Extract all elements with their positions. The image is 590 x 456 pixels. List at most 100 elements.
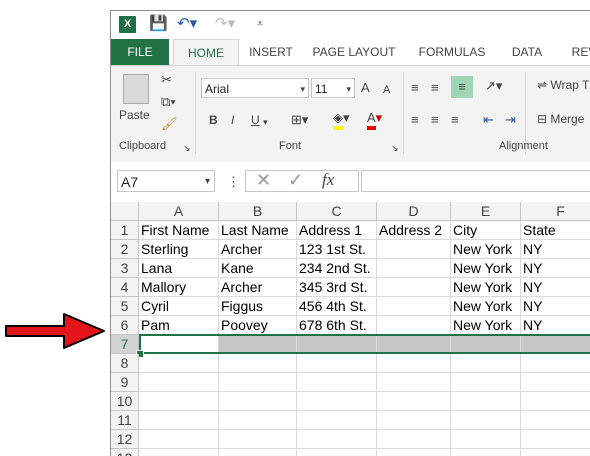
fill-color-icon[interactable]: ◈▾ [333,110,350,130]
cell-a11[interactable] [139,411,219,430]
save-icon[interactable]: 💾 [149,15,168,33]
decrease-indent-icon[interactable]: ⇤ [483,112,494,128]
shrink-font-icon[interactable]: A [383,82,390,98]
row-header-2[interactable]: 2 [111,240,139,259]
font-color-icon[interactable]: A▾ [367,110,382,130]
cell-c10[interactable] [297,392,377,411]
paste-button[interactable]: Paste [119,72,155,132]
bold-button[interactable]: B [209,112,218,128]
cell-f10[interactable] [521,392,590,411]
cell-a3[interactable]: Lana [139,259,219,278]
cell-f12[interactable] [521,430,590,449]
cell-f11[interactable] [521,411,590,430]
cell-b3[interactable]: Kane [219,259,297,278]
cell-f2[interactable]: NY [521,240,590,259]
cell-a9[interactable] [139,373,219,392]
column-header-b[interactable]: B [219,202,297,221]
clipboard-launcher-icon[interactable]: ↘ [183,140,191,156]
cell-d2[interactable] [377,240,451,259]
cell-e3[interactable]: New York [451,259,521,278]
cell-c5[interactable]: 456 4th St. [297,297,377,316]
cell-d10[interactable] [377,392,451,411]
cell-c6[interactable]: 678 6th St. [297,316,377,335]
cell-a5[interactable]: Cyril [139,297,219,316]
copy-icon[interactable]: ⧉▾ [161,94,176,110]
row-header-11[interactable]: 11 [111,411,139,430]
cell-a10[interactable] [139,392,219,411]
cell-f7[interactable] [521,335,590,354]
borders-icon[interactable]: ⊞▾ [291,112,308,128]
cell-e6[interactable]: New York [451,316,521,335]
cell-c2[interactable]: 123 1st St. [297,240,377,259]
cell-e12[interactable] [451,430,521,449]
cell-f8[interactable] [521,354,590,373]
wrap-text-button[interactable]: ⇌ Wrap T [537,78,589,92]
cell-f6[interactable]: NY [521,316,590,335]
column-header-e[interactable]: E [451,202,521,221]
cell-d3[interactable] [377,259,451,278]
row-header-5[interactable]: 5 [111,297,139,316]
tab-formulas[interactable]: FORMULAS [417,39,487,65]
row-header-12[interactable]: 12 [111,430,139,449]
cell-e2[interactable]: New York [451,240,521,259]
grow-font-icon[interactable]: A [361,80,370,96]
cell-b5[interactable]: Figgus [219,297,297,316]
cell-a12[interactable] [139,430,219,449]
tab-insert[interactable]: INSERT [245,39,297,65]
undo-icon[interactable]: ↶▾ [177,15,197,33]
cell-e10[interactable] [451,392,521,411]
cell-e11[interactable] [451,411,521,430]
row-header-8[interactable]: 8 [111,354,139,373]
insert-function-icon[interactable]: fx [322,171,334,188]
cell-b10[interactable] [219,392,297,411]
cell-d12[interactable] [377,430,451,449]
tab-home[interactable]: HOME [173,39,239,66]
cell-c4[interactable]: 345 3rd St. [297,278,377,297]
italic-button[interactable]: I [231,112,234,128]
row-header-6[interactable]: 6 [111,316,139,335]
cell-a8[interactable] [139,354,219,373]
column-header-a[interactable]: A [139,202,219,221]
cell-d4[interactable] [377,278,451,297]
align-left-icon[interactable]: ≡ [411,112,419,128]
merge-button[interactable]: ⊟ Merge [537,112,584,126]
cell-c8[interactable] [297,354,377,373]
cell-c1[interactable]: Address 1 [297,221,377,240]
cell-f5[interactable]: NY [521,297,590,316]
increase-indent-icon[interactable]: ⇥ [505,112,516,128]
cell-a7[interactable] [139,335,219,354]
row-header-7[interactable]: 7 [111,335,139,354]
tab-page-layout[interactable]: PAGE LAYOUT [311,39,397,65]
cell-f4[interactable]: NY [521,278,590,297]
formula-input[interactable] [361,170,590,192]
column-header-d[interactable]: D [377,202,451,221]
cell-b6[interactable]: Poovey [219,316,297,335]
name-box[interactable]: A7 ▾ [117,170,215,192]
font-name-select[interactable]: Arial ▾ [201,78,309,98]
cell-d9[interactable] [377,373,451,392]
row-header-4[interactable]: 4 [111,278,139,297]
cell-b4[interactable]: Archer [219,278,297,297]
cut-icon[interactable]: ✂ [161,72,172,88]
cell-a4[interactable]: Mallory [139,278,219,297]
cell-e9[interactable] [451,373,521,392]
cell-b9[interactable] [219,373,297,392]
align-center-icon[interactable]: ≡ [431,112,439,128]
redo-icon[interactable]: ↷▾ [215,15,235,33]
cell-b2[interactable]: Archer [219,240,297,259]
cell-b8[interactable] [219,354,297,373]
cell-c7[interactable] [297,335,377,354]
select-all-corner[interactable] [111,202,139,221]
column-header-c[interactable]: C [297,202,377,221]
cell-b1[interactable]: Last Name [219,221,297,240]
cell-c3[interactable]: 234 2nd St. [297,259,377,278]
tab-data[interactable]: DATA [507,39,547,65]
cell-c12[interactable] [297,430,377,449]
cell-b11[interactable] [219,411,297,430]
align-bottom-icon[interactable]: ≡ [451,76,473,98]
customize-qat-icon[interactable]: ⩡ [257,15,263,33]
cell-c11[interactable] [297,411,377,430]
cell-b7[interactable] [219,335,297,354]
cell-d1[interactable]: Address 2 [377,221,451,240]
align-top-icon[interactable]: ≡ [411,80,419,96]
